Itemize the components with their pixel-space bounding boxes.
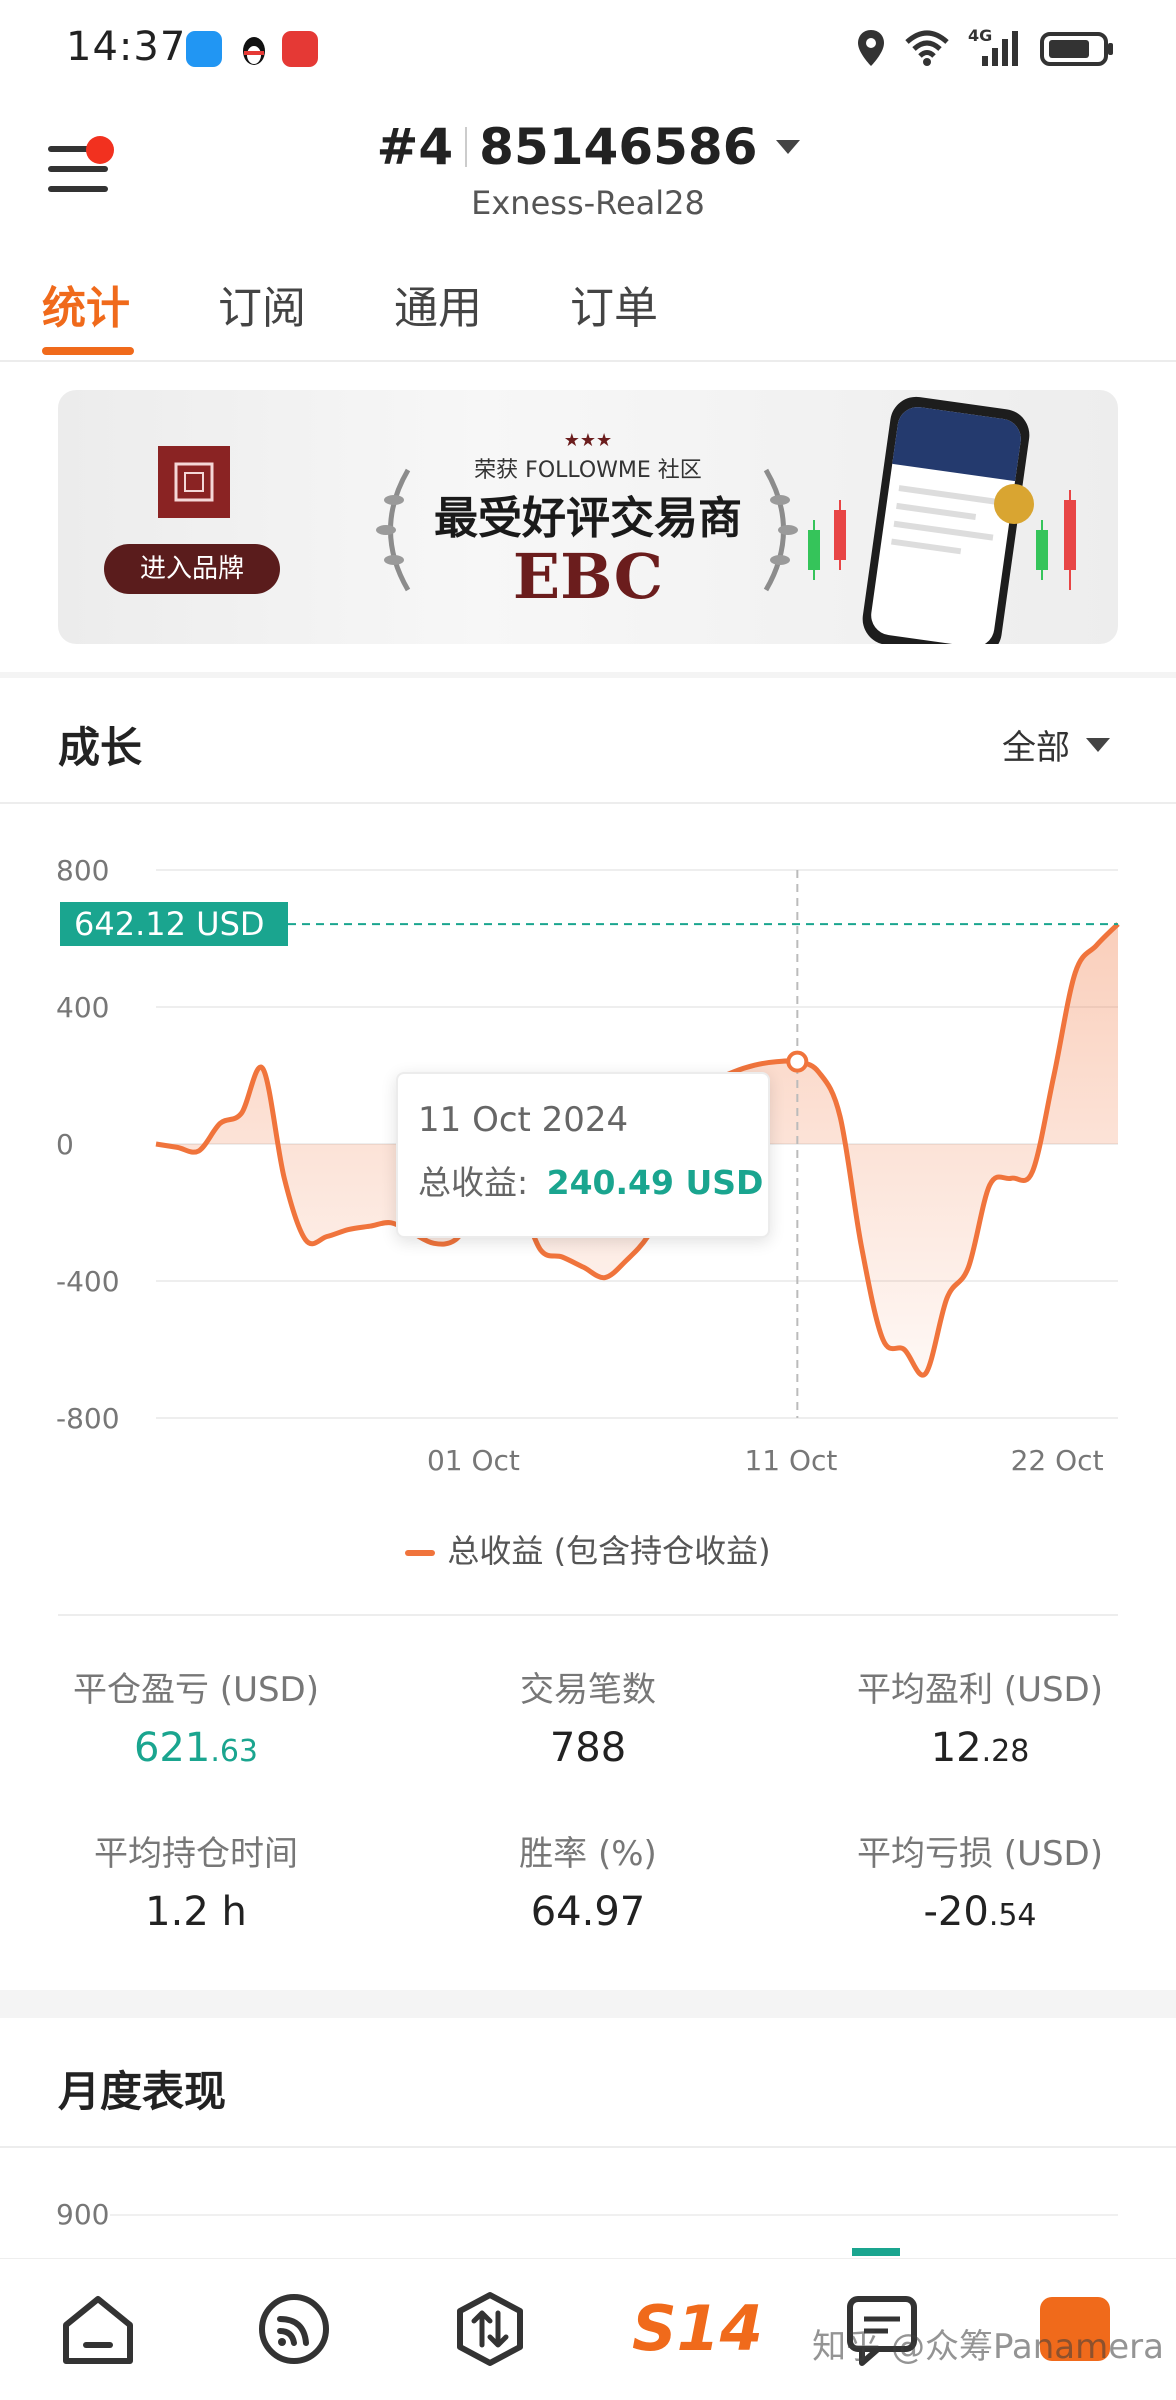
nav-trade[interactable] [450,2289,530,2369]
chart-legend[interactable]: 总收益 (包含持仓收益) [0,1526,1176,1572]
stat-trade-count: 交易笔数 788 [392,1662,784,1771]
status-time: 14:37 [66,24,187,70]
watermark-text: 知乎 @众筹Panamera [812,2327,1164,2367]
legend-label: 总收益 (包含持仓收益) [447,1532,771,1570]
tooltip-label: 总收益: [418,1163,529,1202]
home-icon [63,2296,133,2364]
nav-s14[interactable]: S14 [632,2289,763,2369]
stat-label: 平仓盈亏 (USD) [73,1670,319,1710]
chevron-down-icon [1086,737,1110,752]
stars-icon: ★★★ [563,430,613,451]
tooltip-date: 11 Oct 2024 [418,1100,629,1140]
message-app-icon [186,31,222,67]
tab-orders[interactable]: 订单 [570,272,658,336]
stat-closed-pnl: 平仓盈亏 (USD) 621.63 [0,1662,392,1771]
stat-value: 12.28 [930,1725,1030,1771]
y-tick-label: 0 [56,1128,74,1161]
y-tick-label: -400 [56,1265,120,1298]
account-selector[interactable]: #4 85146586 Exness-Real28 [0,118,1176,222]
stat-label: 平均持仓时间 [94,1834,298,1874]
banner-subtitle: 荣获 FOLLOWME 社区 [474,458,702,483]
promo-banner[interactable]: 进入品牌 ★★★ 荣获 FOLLOWME 社区 最受好评交易商 EBC [58,390,1118,644]
status-indicators: 4G [856,26,1116,68]
red-app-icon [282,31,318,67]
bottom-nav: S14 知乎 @众筹Panamera [0,2258,1176,2400]
stat-value: 1.2 h [145,1889,247,1935]
stat-win-rate: 胜率 (%) 64.97 [392,1826,784,1935]
x-tick-label: 22 Oct [1011,1444,1104,1477]
tab-general[interactable]: 通用 [394,272,482,336]
ebc-logo [158,446,230,518]
stat-label: 胜率 (%) [519,1834,657,1874]
stat-avg-loss: 平均亏损 (USD) -20.54 [784,1826,1176,1935]
account-server: Exness-Real28 [471,184,705,222]
status-bar: 14:37 4G [0,0,1176,100]
stat-label: 平均盈利 (USD) [857,1670,1103,1710]
stat-label: 平均亏损 (USD) [857,1834,1103,1874]
s14-icon: S14 [632,2292,763,2365]
stat-value: 788 [549,1725,627,1771]
battery-icon [1040,32,1113,66]
x-axis-labels: 01 Oct 11 Oct 22 Oct [427,1444,1104,1477]
stat-value: 64.97 [530,1889,646,1935]
highlight-point [786,1050,809,1073]
y-tick-label: -800 [56,1402,120,1435]
growth-filter-dropdown[interactable]: 全部 [1002,720,1110,769]
stat-value: 621.63 [133,1725,259,1771]
tab-bar: 统计 订阅 通用 订单 [0,262,1176,362]
enter-brand-button[interactable]: 进入品牌 [104,544,280,594]
feed-icon [259,2294,329,2364]
banner-title: 最受好评交易商 [434,493,742,544]
tooltip-value: 240.49 USD [546,1163,764,1202]
y-tick-label: 800 [56,854,109,887]
signal-icon: 4G [968,26,1022,68]
tab-subscribe[interactable]: 订阅 [218,272,306,336]
tab-stats[interactable]: 统计 [42,272,130,336]
medal-icon [994,484,1034,524]
chart-tooltip: 11 Oct 2024 总收益: 240.49 USD [396,1072,770,1238]
current-value-badge: 642.12 USD [60,902,288,947]
chevron-down-icon [775,140,800,154]
x-tick-label: 11 Oct [744,1444,837,1477]
account-number: 85146586 [479,118,758,176]
candlestick-decor-right [1036,490,1076,590]
stat-avg-profit: 平均盈利 (USD) 12.28 [784,1662,1176,1771]
wifi-icon [905,30,949,66]
y-tick-label: 400 [56,991,109,1024]
candlestick-decor-left [808,500,846,580]
location-icon [858,30,884,66]
monthly-y-tick: 900 [56,2198,110,2231]
monthly-bar [852,2248,900,2256]
stat-avg-hold-time: 平均持仓时间 1.2 h [0,1826,392,1935]
trade-icon [457,2292,523,2366]
filter-label: 全部 [1002,728,1070,768]
x-tick-label: 01 Oct [427,1444,520,1477]
nav-home[interactable] [58,2289,138,2369]
penguin-app-icon [236,31,272,67]
stat-value: -20.54 [923,1889,1037,1935]
legend-line-marker [405,1550,436,1556]
monthly-title: 月度表现 [58,2067,227,2116]
tab-active-indicator [42,347,134,355]
banner-brand: EBC [512,540,664,613]
nav-feed[interactable] [254,2289,334,2369]
stat-label: 交易笔数 [520,1670,656,1710]
account-rank: #4 [376,118,454,176]
growth-title: 成长 [58,723,143,772]
